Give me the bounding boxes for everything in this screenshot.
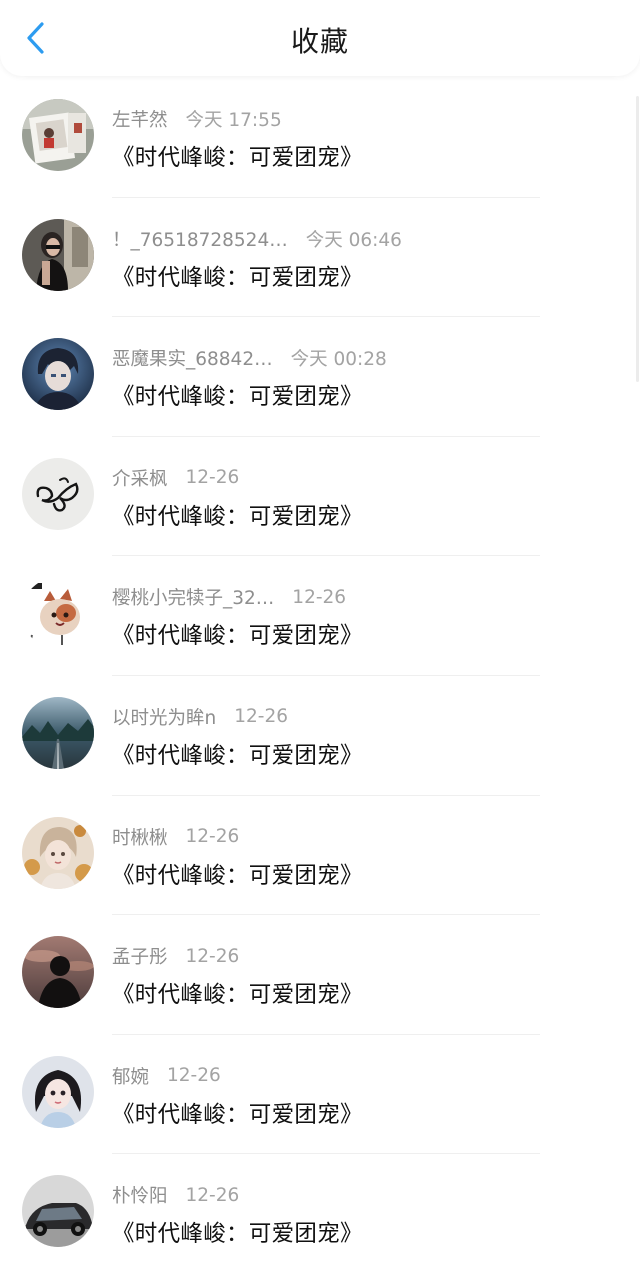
timestamp: 12-26 — [292, 586, 347, 608]
list-item[interactable]: 恶魔果实_68842… 今天 00:28 《时代峰峻：可爱团宠》 — [0, 317, 640, 437]
list-item[interactable]: 以时光为眸n 12-26 《时代峰峻：可爱团宠》 — [0, 676, 640, 796]
item-title: 《时代峰峻：可爱团宠》 — [112, 264, 363, 291]
favorites-list: 左芊然 今天 17:55 《时代峰峻：可爱团宠》 ！_76518728524… … — [0, 78, 640, 1274]
avatar — [22, 99, 94, 171]
top-bar: 收藏 — [0, 0, 640, 76]
timestamp: 12-26 — [185, 826, 240, 848]
list-item[interactable]: ！_76518728524… 今天 06:46 《时代峰峻：可爱团宠》 — [0, 198, 640, 318]
item-title: 《时代峰峻：可爱团宠》 — [112, 1221, 363, 1248]
username: ！_76518728524… — [112, 229, 288, 251]
item-meta: 左芊然 今天 17:55 — [112, 106, 282, 132]
username: 以时光为眸n — [112, 707, 217, 729]
avatar — [22, 936, 94, 1009]
item-title: 《时代峰峻：可爱团宠》 — [112, 623, 363, 650]
item-title: 《时代峰峻：可爱团宠》 — [112, 384, 363, 411]
avatar — [22, 218, 94, 291]
item-meta: 孟子彤 12-26 — [112, 943, 239, 969]
item-meta: ！_76518728524… 今天 06:46 — [112, 226, 402, 252]
username: 恶魔果实_68842… — [112, 349, 273, 371]
avatar — [22, 457, 94, 530]
item-title: 《时代峰峻：可爱团宠》 — [112, 982, 363, 1009]
username: 郁婉 — [112, 1066, 150, 1088]
avatar — [22, 577, 94, 650]
item-meta: 朴怜阳 12-26 — [112, 1182, 239, 1208]
timestamp: 12-26 — [185, 467, 240, 489]
avatar — [22, 696, 94, 769]
list-item[interactable]: 时楸楸 12-26 《时代峰峻：可爱团宠》 — [0, 796, 640, 916]
list-item[interactable]: 郁婉 12-26 《时代峰峻：可爱团宠》 — [0, 1035, 640, 1155]
username: 朴怜阳 — [112, 1186, 168, 1208]
item-meta: 樱桃小完犊子_32… 12-26 — [112, 584, 346, 610]
list-item[interactable]: 介采枫 12-26 《时代峰峻：可爱团宠》 — [0, 437, 640, 557]
item-title: 《时代峰峻：可爱团宠》 — [112, 1101, 363, 1128]
item-title: 《时代峰峻：可爱团宠》 — [112, 145, 363, 171]
item-meta: 介采枫 12-26 — [112, 465, 239, 491]
username: 樱桃小完犊子_32… — [112, 588, 275, 610]
username: 时楸楸 — [112, 827, 168, 849]
avatar — [22, 338, 94, 411]
username: 左芊然 — [112, 110, 168, 131]
list-item[interactable]: 孟子彤 12-26 《时代峰峻：可爱团宠》 — [0, 915, 640, 1035]
item-meta: 时楸楸 12-26 — [112, 824, 239, 850]
avatar — [22, 1055, 94, 1128]
username: 介采枫 — [112, 468, 168, 490]
timestamp: 今天 17:55 — [185, 110, 282, 131]
list-item[interactable]: 樱桃小完犊子_32… 12-26 《时代峰峻：可爱团宠》 — [0, 556, 640, 676]
item-title: 《时代峰峻：可爱团宠》 — [112, 862, 363, 889]
username: 孟子彤 — [112, 947, 168, 969]
timestamp: 12-26 — [167, 1065, 221, 1087]
avatar — [22, 816, 94, 889]
item-title: 《时代峰峻：可爱团宠》 — [112, 742, 363, 769]
item-meta: 郁婉 12-26 — [112, 1063, 221, 1089]
page-title: 收藏 — [290, 25, 349, 58]
item-meta: 以时光为眸n 12-26 — [112, 704, 288, 730]
timestamp: 今天 06:46 — [305, 229, 402, 251]
item-meta: 恶魔果实_68842… 今天 00:28 — [112, 345, 387, 371]
timestamp: 12-26 — [185, 945, 240, 967]
avatar — [22, 1175, 94, 1248]
item-title: 《时代峰峻：可爱团宠》 — [112, 503, 363, 530]
timestamp: 12-26 — [234, 706, 288, 728]
list-item[interactable]: 左芊然 今天 17:55 《时代峰峻：可爱团宠》 — [0, 78, 640, 198]
list-item[interactable]: 朴怜阳 12-26 《时代峰峻：可爱团宠》 — [0, 1154, 640, 1274]
timestamp: 今天 00:28 — [290, 349, 387, 371]
timestamp: 12-26 — [185, 1184, 240, 1206]
